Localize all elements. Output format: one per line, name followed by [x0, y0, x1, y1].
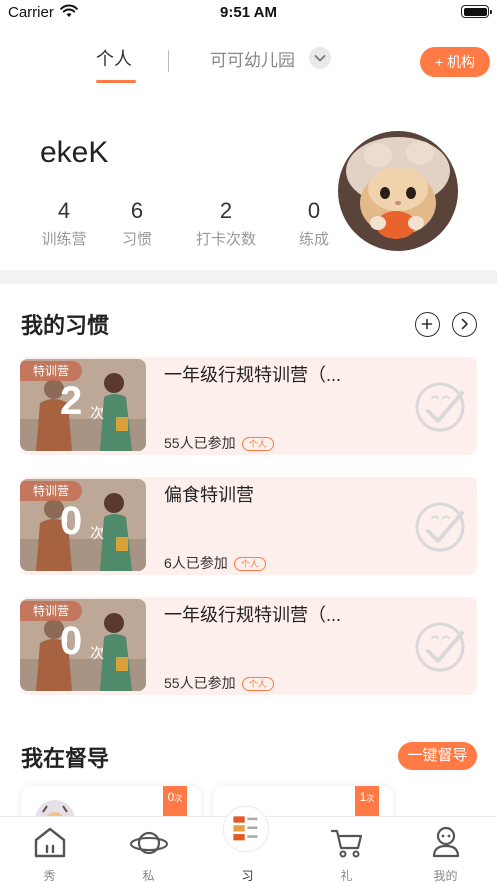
nav-divider [168, 50, 169, 72]
tab-label: 我的 [433, 869, 458, 883]
checkin-check-icon[interactable] [414, 381, 466, 433]
tab-personal[interactable]: 个人 [96, 45, 132, 71]
cart-icon [330, 829, 363, 858]
participants-text: 55人已参加 [164, 675, 236, 691]
habit-name: 一年级行规特训营（... [164, 365, 342, 385]
participants-text: 6人已参加 [164, 555, 228, 571]
habit-card[interactable]: 特训营 2 次 一年级行规特训营（... 55人已参加 个人 [20, 357, 477, 455]
tab-me[interactable]: 我的 [396, 817, 495, 883]
habit-tag: 特训营 [20, 361, 82, 381]
habit-name: 偏食特训营 [164, 485, 254, 505]
tab-label: 礼 [340, 869, 353, 883]
more-habits-button[interactable] [452, 312, 477, 337]
top-nav: 个人 可可幼儿园 + 机构 [0, 40, 497, 84]
supervise-title: 我在督导 [21, 746, 110, 771]
active-tab-indicator [96, 80, 136, 83]
section-divider [0, 270, 497, 284]
habit-badge: 个人 [241, 437, 274, 452]
habit-count: 0 [60, 619, 83, 663]
tab-label: 秀 [43, 869, 56, 883]
habit-tag: 特训营 [20, 601, 82, 621]
checkin-check-icon[interactable] [414, 501, 466, 553]
stat-habits[interactable]: 6 习惯 [120, 198, 154, 249]
stat-value: 0 [307, 198, 321, 223]
habit-participants: 6人已参加 个人 [164, 553, 266, 573]
habit-name: 一年级行规特训营（... [164, 605, 342, 625]
habit-badge: 个人 [241, 677, 274, 692]
supervise-count-unit: 次 [366, 794, 375, 803]
stat-label: 习惯 [121, 231, 152, 248]
habit-card[interactable]: 特训营 0 次 偏食特训营 6人已参加 个人 [20, 477, 477, 575]
stat-camps[interactable]: 4 训练营 [40, 198, 88, 249]
habit-count: 0 [60, 499, 83, 543]
habit-thumbnail: 特训营 0 次 [20, 599, 146, 691]
stat-value: 6 [130, 198, 144, 223]
chevron-down-icon[interactable] [309, 47, 331, 69]
avatar[interactable] [338, 131, 458, 251]
habit-card[interactable]: 特训营 0 次 一年级行规特训营（... 55人已参加 个人 [20, 597, 477, 695]
supervise-count-unit: 次 [174, 794, 183, 803]
stat-checkins[interactable]: 2 打卡次数 [193, 198, 259, 249]
add-organization-button[interactable]: + 机构 [420, 47, 490, 77]
tab-school[interactable]: 可可幼儿园 [210, 46, 295, 71]
planet-icon [130, 831, 168, 855]
stat-label: 练成 [298, 231, 329, 248]
habit-count-unit: 次 [90, 525, 104, 541]
habit-count-unit: 次 [90, 645, 104, 661]
status-bar: Carrier 9:51 AM [0, 0, 497, 26]
tab-show[interactable]: 秀 [0, 817, 99, 883]
habit-thumbnail: 特训营 2 次 [20, 359, 146, 451]
habit-tag: 特训营 [20, 481, 82, 501]
tab-private[interactable]: 私 [99, 817, 198, 883]
stat-value: 4 [57, 198, 71, 223]
bottom-tab-bar: 秀 私 习 礼 我的 [0, 805, 497, 883]
stat-value: 2 [219, 198, 233, 223]
supervise-count-ribbon: 1次 [355, 786, 379, 816]
supervise-count-ribbon: 0次 [163, 786, 187, 816]
habits-title: 我的习惯 [21, 313, 110, 338]
clock: 9:51 AM [220, 4, 277, 21]
habit-participants: 55人已参加 个人 [164, 433, 274, 453]
participants-text: 55人已参加 [164, 435, 236, 451]
habit-thumbnail-icon [222, 805, 270, 853]
tab-gift[interactable]: 礼 [297, 817, 396, 883]
stat-label: 打卡次数 [195, 231, 256, 248]
profile-section: ekeK 4 训练营 6 习惯 2 打卡次数 0 练成 [0, 120, 497, 270]
chevron-right-icon [461, 318, 468, 330]
plus-icon [421, 318, 433, 330]
add-habit-button[interactable] [415, 312, 440, 337]
stat-label: 训练营 [41, 231, 87, 248]
house-icon [34, 827, 66, 858]
habit-badge: 个人 [233, 557, 266, 572]
habit-count-unit: 次 [90, 405, 104, 421]
username: ekeK [40, 136, 109, 169]
tab-label: 私 [142, 869, 155, 883]
habit-count: 2 [60, 379, 83, 423]
habit-thumbnail: 特训营 0 次 [20, 479, 146, 571]
person-icon [432, 826, 460, 858]
habit-participants: 55人已参加 个人 [164, 673, 274, 693]
tab-habit[interactable]: 习 [198, 805, 297, 883]
tab-label: 习 [241, 869, 254, 883]
battery-icon [461, 5, 492, 18]
stat-mastered[interactable]: 0 练成 [297, 198, 331, 249]
one-click-supervise-button[interactable]: 一键督导 [398, 742, 477, 770]
checkin-check-icon[interactable] [414, 621, 466, 673]
